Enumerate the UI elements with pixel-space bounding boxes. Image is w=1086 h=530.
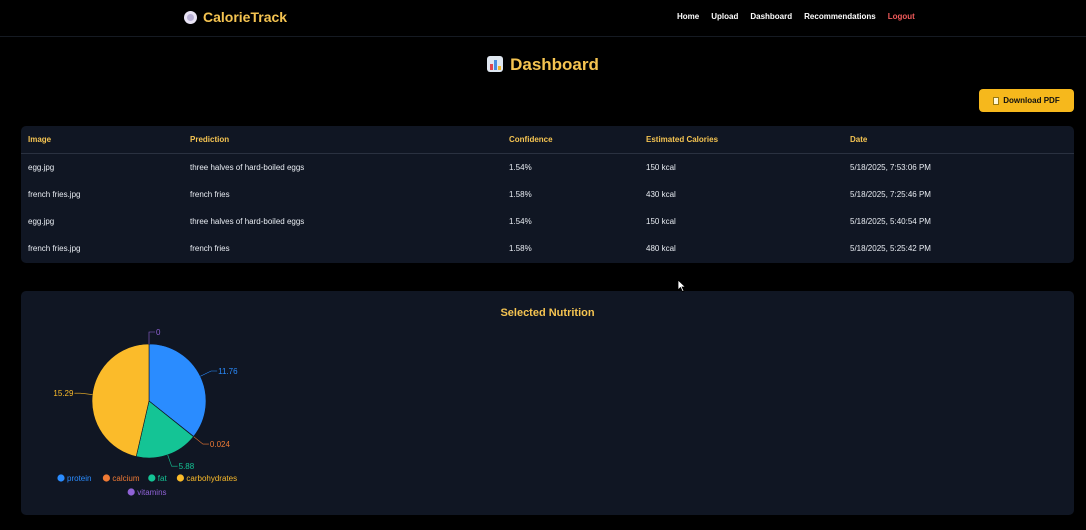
legend-label: fat xyxy=(158,474,168,483)
cell-date: 5/18/2025, 5:40:54 PM xyxy=(850,217,931,226)
data-label-fat: 5.88 xyxy=(179,462,195,471)
nav-link-home[interactable]: Home xyxy=(677,12,699,21)
data-label-leader xyxy=(200,370,218,377)
page-title: Dashboard xyxy=(0,55,1086,75)
legend-swatch xyxy=(102,474,110,482)
bar-chart-icon xyxy=(487,56,504,72)
nav-link-upload[interactable]: Upload xyxy=(711,12,738,21)
brand[interactable]: CalorieTrack xyxy=(184,9,287,25)
table-row: egg.jpg three halves of hard-boiled eggs… xyxy=(21,208,1074,235)
download-pdf-label: Download PDF xyxy=(1003,96,1060,105)
data-label-vitamins: 0 xyxy=(156,328,161,337)
column-header-image: Image xyxy=(28,135,52,144)
cell-image: french fries.jpg xyxy=(28,244,81,253)
legend-item-vitamins[interactable]: vitamins xyxy=(127,488,167,497)
cell-calories: 150 kcal xyxy=(646,163,676,172)
cell-calories: 430 kcal xyxy=(646,190,676,199)
nav-link-logout[interactable]: Logout xyxy=(888,12,915,21)
cell-date: 5/18/2025, 7:53:06 PM xyxy=(850,163,931,172)
legend-item-protein[interactable]: protein xyxy=(57,474,91,483)
cell-confidence: 1.54% xyxy=(509,163,532,172)
column-header-prediction: Prediction xyxy=(190,135,230,144)
legend-swatch xyxy=(176,474,184,482)
cell-image: egg.jpg xyxy=(28,163,55,172)
table-row: french fries.jpg french fries 1.58% 430 … xyxy=(21,181,1074,208)
cell-confidence: 1.58% xyxy=(509,190,532,199)
cell-calories: 150 kcal xyxy=(646,217,676,226)
data-label-calcium: 0.024 xyxy=(210,440,231,449)
table-header: Image Prediction Confidence Estimated Ca… xyxy=(21,126,1074,154)
legend-swatch xyxy=(127,488,135,496)
brand-name: CalorieTrack xyxy=(203,9,288,25)
cell-prediction: three halves of hard-boiled eggs xyxy=(190,163,305,172)
column-header-date: Date xyxy=(850,135,868,144)
cell-confidence: 1.54% xyxy=(509,217,532,226)
nav-link-recommendations[interactable]: Recommendations xyxy=(804,12,876,21)
cell-prediction: three halves of hard-boiled eggs xyxy=(190,217,305,226)
page-title-text: Dashboard xyxy=(510,55,599,74)
document-icon xyxy=(993,96,1000,105)
legend-label: protein xyxy=(67,474,91,483)
top-navbar: CalorieTrack Home Upload Dashboard Recom… xyxy=(0,0,1086,37)
nav-link-dashboard[interactable]: Dashboard xyxy=(750,12,792,21)
legend-item-calcium[interactable]: calcium xyxy=(102,474,140,483)
data-label-protein: 11.76 xyxy=(218,367,238,376)
cell-calories: 480 kcal xyxy=(646,244,676,253)
mouse-cursor-icon xyxy=(677,279,687,293)
legend-item-fat[interactable]: fat xyxy=(148,474,167,483)
download-pdf-button[interactable]: Download PDF xyxy=(979,89,1074,112)
cell-prediction: french fries xyxy=(190,190,230,199)
cell-date: 5/18/2025, 7:25:46 PM xyxy=(850,190,931,199)
data-label-carbohydrates: 15.29 xyxy=(53,389,74,398)
data-label-leader xyxy=(74,392,93,395)
legend-item-carbohydrates[interactable]: carbohydrates xyxy=(176,474,237,483)
legend-label: calcium xyxy=(112,474,139,483)
legend-label: carbohydrates xyxy=(186,474,237,483)
cell-date: 5/18/2025, 5:25:42 PM xyxy=(850,244,931,253)
legend-label: vitamins xyxy=(137,488,166,497)
data-label-leader xyxy=(148,331,155,344)
legend-swatch xyxy=(148,474,156,482)
data-label-leader xyxy=(193,436,209,445)
nav-links: Home Upload Dashboard Recommendations Lo… xyxy=(677,12,915,21)
nutrition-chart-card: Selected Nutrition 11.76 0.024 5.88 15.29 0 p… xyxy=(21,291,1074,515)
history-table: Image Prediction Confidence Estimated Ca… xyxy=(21,126,1074,263)
cell-image: french fries.jpg xyxy=(28,190,81,199)
data-label-leader xyxy=(167,454,178,467)
column-header-confidence: Confidence xyxy=(509,135,553,144)
nutrition-pie-chart: 11.76 0.024 5.88 15.29 0 protein calcium fat car… xyxy=(53,328,238,497)
cell-image: egg.jpg xyxy=(28,217,55,226)
table-row: egg.jpg three halves of hard-boiled eggs… xyxy=(21,154,1074,181)
table-row: french fries.jpg french fries 1.58% 480 … xyxy=(21,235,1074,262)
cell-prediction: french fries xyxy=(190,244,230,253)
plate-icon xyxy=(184,10,197,24)
column-header-calories: Estimated Calories xyxy=(646,135,719,144)
legend-swatch xyxy=(57,474,65,482)
cell-confidence: 1.58% xyxy=(509,244,532,253)
